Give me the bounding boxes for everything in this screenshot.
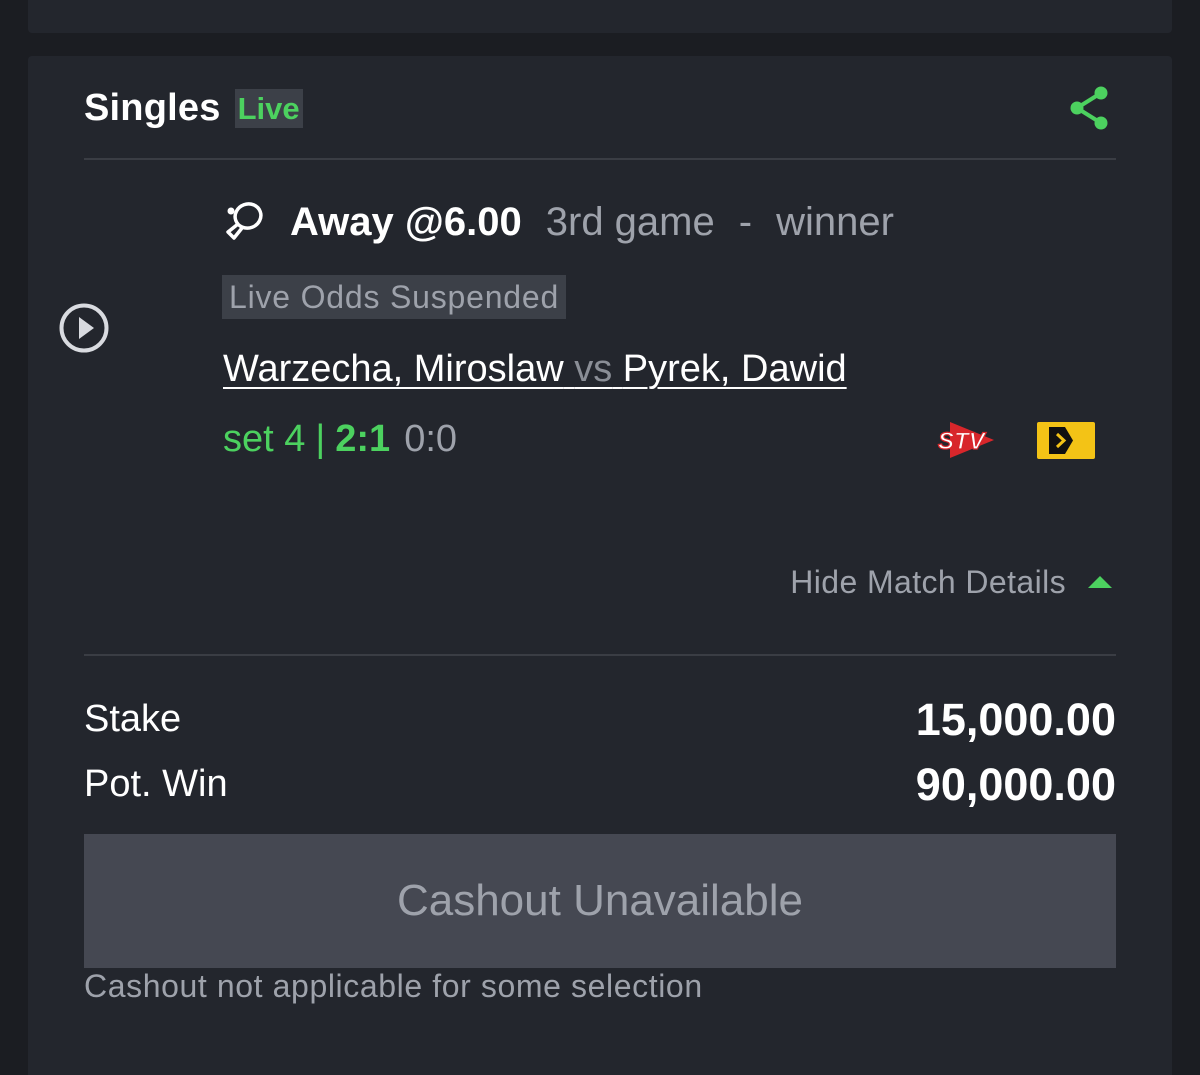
stake-value: 15,000.00 (915, 694, 1116, 745)
details-divider (84, 654, 1116, 656)
caret-up-icon (1088, 576, 1112, 588)
vs-label: vs (574, 348, 613, 390)
selection-pick: Away @6.00 (290, 199, 522, 244)
pot-win-value: 90,000.00 (915, 759, 1116, 810)
market-type: winner (776, 199, 894, 244)
match-link[interactable]: Warzecha, Miroslaw vs Pyrek, Dawid (223, 348, 847, 391)
market-name: 3rd game (545, 199, 715, 244)
bet-type-title: Singles (84, 86, 221, 129)
stake-label: Stake (84, 698, 182, 740)
cashout-button[interactable]: Cashout Unavailable (84, 834, 1116, 968)
game-score: 0:0 (404, 418, 458, 460)
hide-match-details-toggle[interactable]: Hide Match Details (790, 562, 1112, 602)
share-icon[interactable] (1068, 84, 1112, 132)
live-score: set 4 | 2:1 0:0 (223, 418, 457, 461)
play-circle-icon[interactable] (58, 302, 110, 354)
previous-bet-card (28, 0, 1172, 33)
set-score: 2:1 (335, 418, 391, 460)
odds-status-badge: Live Odds Suspended (222, 275, 567, 319)
hide-match-details-label: Hide Match Details (790, 563, 1066, 600)
cashout-note: Cashout not applicable for some selectio… (84, 968, 703, 1004)
video-stream-icon[interactable] (1037, 422, 1095, 459)
score-separator: | (315, 418, 326, 460)
live-badge: Live (234, 88, 303, 128)
stv-icon[interactable]: STV (936, 416, 996, 464)
header-divider (84, 158, 1116, 160)
selection-line: Away @6.00 3rd game - winner (290, 196, 894, 248)
table-tennis-icon (226, 202, 263, 240)
svg-text:STV: STV (938, 428, 987, 455)
market-separator: - (738, 199, 753, 244)
bet-header: Singles Live (84, 84, 1116, 132)
home-player[interactable]: Warzecha, Miroslaw (223, 348, 564, 390)
away-player[interactable]: Pyrek, Dawid (623, 348, 847, 390)
pot-win-label: Pot. Win (84, 763, 228, 805)
set-label: set 4 (223, 418, 306, 460)
